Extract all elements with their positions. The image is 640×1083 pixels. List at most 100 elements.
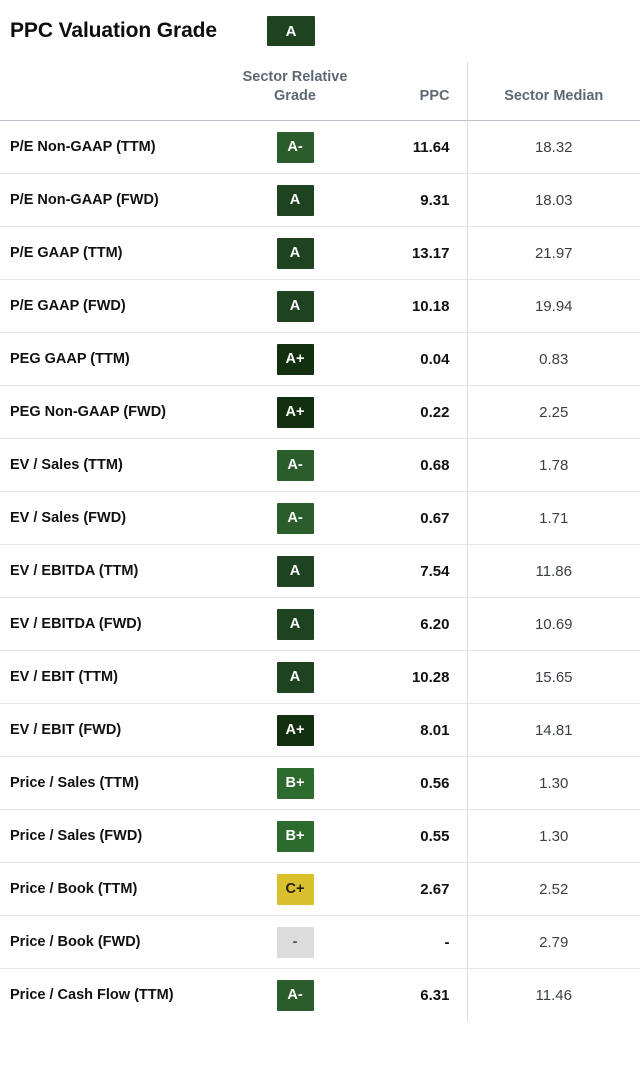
metric-label: EV / EBITDA (FWD) <box>0 597 215 651</box>
metric-label: Price / Sales (TTM) <box>0 756 215 810</box>
metric-label: PEG GAAP (TTM) <box>0 332 215 386</box>
table-row: EV / Sales (TTM) A- 0.68 1.78 <box>0 438 640 492</box>
grade-badge: A <box>276 290 314 322</box>
table-row: P/E Non-GAAP (TTM) A- 11.64 18.32 <box>0 120 640 174</box>
sector-relative-grade-cell: A+ <box>215 703 375 757</box>
table-row: P/E GAAP (FWD) A 10.18 19.94 <box>0 279 640 333</box>
table-body: P/E Non-GAAP (TTM) A- 11.64 18.32 P/E Non-GA… <box>0 120 640 1022</box>
table-row: EV / Sales (FWD) A- 0.67 1.71 <box>0 491 640 545</box>
metric-label: Price / Cash Flow (TTM) <box>0 968 215 1022</box>
grade-badge: C+ <box>276 873 314 905</box>
sector-median-value: 1.71 <box>466 491 640 545</box>
sector-relative-grade-cell: B+ <box>215 809 375 863</box>
sector-relative-grade-cell: A <box>215 544 375 598</box>
sector-median-value: 2.79 <box>466 915 640 969</box>
table-row: Price / Book (TTM) C+ 2.67 2.52 <box>0 862 640 916</box>
ppc-value: 9.31 <box>375 173 467 227</box>
sector-relative-grade-cell: A- <box>215 491 375 545</box>
column-header-sector-relative-grade: Sector Relative Grade <box>215 62 375 121</box>
sector-median-value: 11.46 <box>466 968 640 1022</box>
metric-label: PEG Non-GAAP (FWD) <box>0 385 215 439</box>
ppc-value: 0.68 <box>375 438 467 492</box>
ppc-value: 13.17 <box>375 226 467 280</box>
metric-label: P/E GAAP (FWD) <box>0 279 215 333</box>
sector-relative-grade-cell: A <box>215 597 375 651</box>
page-title: PPC Valuation Grade <box>10 19 217 42</box>
ppc-value: 2.67 <box>375 862 467 916</box>
grade-badge: A <box>276 661 314 693</box>
grade-badge: A+ <box>276 343 314 375</box>
ppc-value: - <box>375 915 467 969</box>
ppc-value: 0.67 <box>375 491 467 545</box>
table-row: Price / Sales (FWD) B+ 0.55 1.30 <box>0 809 640 863</box>
grade-badge: A <box>276 608 314 640</box>
sector-relative-grade-cell: A <box>215 173 375 227</box>
grade-badge: A- <box>276 131 314 163</box>
sector-median-value: 10.69 <box>466 597 640 651</box>
grade-badge: A+ <box>276 714 314 746</box>
table-row: Price / Sales (TTM) B+ 0.56 1.30 <box>0 756 640 810</box>
sector-median-value: 15.65 <box>466 650 640 704</box>
metric-label: EV / Sales (FWD) <box>0 491 215 545</box>
sector-relative-grade-cell: A- <box>215 438 375 492</box>
table-row: EV / EBITDA (FWD) A 6.20 10.69 <box>0 597 640 651</box>
ppc-value: 11.64 <box>375 120 467 174</box>
table-row: EV / EBITDA (TTM) A 7.54 11.86 <box>0 544 640 598</box>
metric-label: P/E Non-GAAP (FWD) <box>0 173 215 227</box>
table-row: EV / EBIT (TTM) A 10.28 15.65 <box>0 650 640 704</box>
table-row: P/E Non-GAAP (FWD) A 9.31 18.03 <box>0 173 640 227</box>
sector-median-value: 1.78 <box>466 438 640 492</box>
sector-median-value: 14.81 <box>466 703 640 757</box>
grade-badge: A <box>276 184 314 216</box>
table-row: EV / EBIT (FWD) A+ 8.01 14.81 <box>0 703 640 757</box>
column-header-sector-median: Sector Median <box>466 62 640 121</box>
metric-label: Price / Book (TTM) <box>0 862 215 916</box>
grade-badge: A- <box>276 449 314 481</box>
grade-badge: - <box>276 926 314 958</box>
ppc-value: 10.18 <box>375 279 467 333</box>
table-row: Price / Book (FWD) - -2.79 <box>0 915 640 969</box>
metric-label: Price / Book (FWD) <box>0 915 215 969</box>
metric-label: EV / EBIT (TTM) <box>0 650 215 704</box>
sector-relative-grade-cell: A- <box>215 120 375 174</box>
ppc-value: 0.56 <box>375 756 467 810</box>
sector-median-value: 18.32 <box>466 120 640 174</box>
sector-relative-grade-cell: A+ <box>215 385 375 439</box>
metric-label: Price / Sales (FWD) <box>0 809 215 863</box>
sector-relative-grade-cell: A- <box>215 968 375 1022</box>
column-header-ppc: PPC <box>375 62 467 121</box>
grade-badge: B+ <box>276 767 314 799</box>
sector-median-value: 11.86 <box>466 544 640 598</box>
valuation-grade-table: Sector Relative Grade PPC Sector Median … <box>0 62 640 1022</box>
metric-label: EV / EBIT (FWD) <box>0 703 215 757</box>
sector-relative-grade-cell: A <box>215 650 375 704</box>
sector-median-value: 18.03 <box>466 173 640 227</box>
sector-relative-grade-cell: A <box>215 226 375 280</box>
ppc-value: 6.31 <box>375 968 467 1022</box>
grade-badge: A- <box>276 980 314 1011</box>
grade-badge: A- <box>276 502 314 534</box>
grade-badge: A+ <box>276 396 314 428</box>
table-row: P/E GAAP (TTM) A 13.17 21.97 <box>0 226 640 280</box>
sector-median-value: 2.25 <box>466 385 640 439</box>
column-header-metric <box>0 62 215 121</box>
ppc-value: 10.28 <box>375 650 467 704</box>
sector-median-value: 1.30 <box>466 756 640 810</box>
ppc-value: 0.55 <box>375 809 467 863</box>
sector-relative-grade-cell: A <box>215 279 375 333</box>
table-row: Price / Cash Flow (TTM) A- 6.31 11.46 <box>0 968 640 1022</box>
sector-median-value: 21.97 <box>466 226 640 280</box>
grade-badge: A <box>276 237 314 269</box>
overall-grade-badge: A <box>267 16 315 46</box>
metric-label: P/E Non-GAAP (TTM) <box>0 120 215 174</box>
ppc-value: 6.20 <box>375 597 467 651</box>
sector-relative-grade-cell: B+ <box>215 756 375 810</box>
ppc-value: 0.22 <box>375 385 467 439</box>
sector-median-value: 2.52 <box>466 862 640 916</box>
table-row: PEG Non-GAAP (FWD) A+ 0.22 2.25 <box>0 385 640 439</box>
table-row: PEG GAAP (TTM) A+ 0.04 0.83 <box>0 332 640 386</box>
ppc-value: 8.01 <box>375 703 467 757</box>
metric-label: EV / EBITDA (TTM) <box>0 544 215 598</box>
metric-label: EV / Sales (TTM) <box>0 438 215 492</box>
sector-median-value: 19.94 <box>466 279 640 333</box>
